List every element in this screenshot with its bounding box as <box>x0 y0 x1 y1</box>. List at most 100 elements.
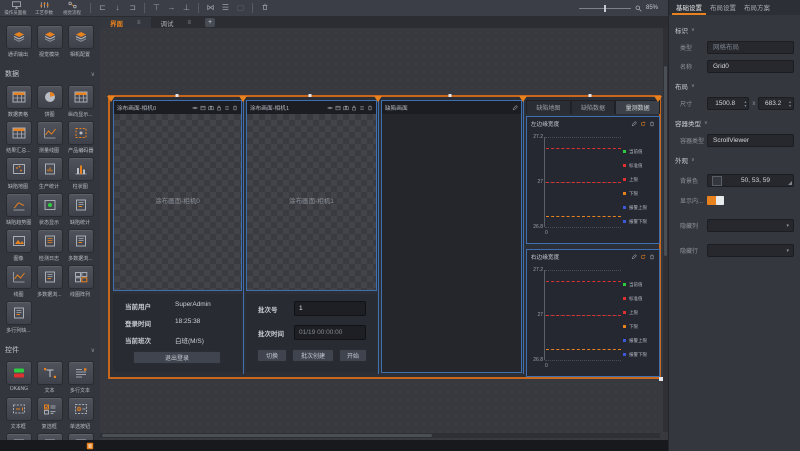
section-layout[interactable]: 布局∨ <box>675 81 794 91</box>
palette-item[interactable]: 检测日志 <box>34 229 65 262</box>
sidebar-top-button[interactable]: 通讯输出 <box>3 25 34 58</box>
palette-item[interactable]: 产品编码器 <box>65 121 96 154</box>
logout-button[interactable]: 退出登录 <box>133 351 221 364</box>
quick-button[interactable]: 视觉流程 <box>58 0 86 16</box>
palette-item[interactable]: 多行列缺... <box>3 301 34 334</box>
grid-column-handle[interactable] <box>374 96 382 102</box>
quick-button[interactable]: 操作员面板 <box>2 0 30 16</box>
align-top-icon[interactable]: ⊤ <box>149 3 164 13</box>
section-identity[interactable]: 标识∨ <box>675 25 794 35</box>
refresh-icon[interactable] <box>640 121 646 127</box>
pencil-icon[interactable] <box>631 254 637 260</box>
palette-item[interactable] <box>3 433 34 440</box>
horizontal-scrollbar[interactable] <box>100 433 660 438</box>
palette-item[interactable]: 纵向显示... <box>65 85 96 118</box>
rows-icon[interactable]: ☰ <box>218 3 233 13</box>
batch-no-input[interactable]: 1 <box>294 301 366 316</box>
tab-defect-data[interactable]: 缺陷数据 <box>571 100 616 114</box>
palette-item[interactable]: 柱状图 <box>65 157 96 190</box>
tab-defect-map[interactable]: 缺陷地图 <box>526 100 571 114</box>
batch-block[interactable]: 批次号 1 批次时间 01/19 00:00:00 切换 批次创建 开始 <box>246 294 377 372</box>
palette-item[interactable]: 复选框 <box>34 397 65 430</box>
batch-create-button[interactable]: 批次创建 <box>292 349 334 362</box>
trash-icon[interactable] <box>232 105 238 111</box>
palette-item[interactable] <box>65 433 96 440</box>
corner-resize-handle[interactable] <box>659 377 663 381</box>
align-bottom-icon[interactable]: ↓ <box>110 3 125 13</box>
palette-item[interactable]: 测量线图 <box>34 121 65 154</box>
section-appearance[interactable]: 外观∨ <box>675 155 794 165</box>
design-canvas[interactable]: 涂布画面-相机0 涂布画面-相机0 涂布画面-相机1 涂布画面-相机1 <box>100 28 668 440</box>
width-stepper[interactable]: 1500.8 ▲▼ <box>707 97 749 110</box>
pencil-icon[interactable] <box>512 105 518 111</box>
hide-rows-select[interactable]: ▾ <box>707 244 794 257</box>
switch-button[interactable]: 切换 <box>257 349 287 362</box>
grid-column-handle[interactable] <box>107 96 115 102</box>
grid-column-handle[interactable] <box>239 96 247 102</box>
palette-item[interactable]: 生产统计 <box>34 157 65 190</box>
section-container-type[interactable]: 容器类型∨ <box>675 118 794 128</box>
align-baseline-icon[interactable]: ⊥ <box>179 3 194 13</box>
eye-icon[interactable] <box>327 105 333 111</box>
palette-item[interactable]: 线图阵列 <box>65 265 96 298</box>
tab-basic-settings[interactable]: 基础设置 <box>672 0 706 15</box>
resize-handle[interactable] <box>449 94 452 97</box>
trash-icon[interactable] <box>367 105 373 111</box>
zoom-slider-thumb[interactable] <box>604 5 606 12</box>
container-type-field[interactable]: ScrollViewer <box>707 134 794 147</box>
defect-view-panel[interactable]: 缺陷画面 <box>381 100 522 373</box>
align-left-icon[interactable]: ⊏ <box>95 3 110 13</box>
tab-menu-icon[interactable]: ≡ <box>188 20 192 26</box>
horizontal-scrollbar-thumb[interactable] <box>102 434 432 437</box>
stepper-arrows[interactable]: ▲▼ <box>787 98 793 109</box>
sidebar-top-button[interactable]: 视觉模块 <box>34 25 65 58</box>
palette-item[interactable]: 缺陷趋势图 <box>3 193 34 226</box>
quick-button[interactable]: 工艺参数 <box>30 0 58 16</box>
palette-item[interactable]: 缺陷地图 <box>3 157 34 190</box>
swap-icon[interactable]: ⋈ <box>203 3 218 13</box>
palette-item[interactable]: OK&NG <box>3 361 34 394</box>
tab-layout-settings[interactable]: 布局设置 <box>706 0 740 15</box>
zoom-slider[interactable] <box>579 8 631 9</box>
palette-item[interactable]: 数据表格 <box>3 85 34 118</box>
grid-column-handle[interactable] <box>654 96 662 102</box>
palette-item[interactable]: 多行文本 <box>65 361 96 394</box>
selected-grid-container[interactable]: 涂布画面-相机0 涂布画面-相机0 涂布画面-相机1 涂布画面-相机1 <box>108 95 661 379</box>
login-info-block[interactable]: 当前用户 SuperAdmin 登录时间 18:25:38 当前班次 白班(M/… <box>113 294 242 372</box>
coating-view-camera1-panel[interactable]: 涂布画面-相机1 涂布画面-相机1 <box>246 100 377 291</box>
tab-layout-scheme[interactable]: 布局方案 <box>740 0 774 15</box>
lock-icon[interactable] <box>351 105 357 111</box>
window-icon[interactable] <box>335 105 341 111</box>
pencil-icon[interactable] <box>631 121 637 127</box>
batch-time-input[interactable]: 01/19 00:00:00 <box>294 325 366 340</box>
palette-item[interactable]: 文本框 <box>3 397 34 430</box>
camera-icon[interactable] <box>208 105 214 111</box>
grid-column-handle[interactable] <box>519 96 527 102</box>
chart-panel-1[interactable]: 右边缘宽度27.22726.80当前值标准值上限下限报警上限报警下限 <box>526 249 660 377</box>
frame-icon[interactable]: ▢ <box>233 3 248 13</box>
background-color-field[interactable]: 50, 53, 59 <box>707 174 794 187</box>
delete-icon[interactable] <box>257 3 272 14</box>
display-content-toggle[interactable] <box>707 196 724 205</box>
sidebar-top-button[interactable]: 相机配置 <box>65 25 96 58</box>
eye-icon[interactable] <box>192 105 198 111</box>
window-icon[interactable] <box>200 105 206 111</box>
palette-item[interactable]: 状态显示 <box>34 193 65 226</box>
add-tab-button[interactable]: + <box>205 18 215 27</box>
palette-item[interactable]: 线图 <box>3 265 34 298</box>
palette-item[interactable]: 单选按钮 <box>65 397 96 430</box>
vertical-scrollbar-thumb[interactable] <box>664 66 667 256</box>
resize-handle[interactable] <box>589 94 592 97</box>
align-right-icon[interactable]: ⊐ <box>125 3 140 13</box>
hide-columns-select[interactable]: ▾ <box>707 219 794 232</box>
tab-interface[interactable]: 界面 ≡ <box>100 17 151 28</box>
palette-item[interactable]: 结果汇总... <box>3 121 34 154</box>
resize-handle[interactable] <box>309 94 312 97</box>
lock-icon[interactable] <box>216 105 222 111</box>
palette-item[interactable]: 多数据浏... <box>34 265 65 298</box>
tab-menu-icon[interactable]: ≡ <box>137 20 141 26</box>
palette-item[interactable]: 饼图 <box>34 85 65 118</box>
section-header[interactable]: 控件∨ <box>5 345 95 355</box>
camera-icon[interactable] <box>343 105 349 111</box>
name-field[interactable]: Grid0 <box>707 60 794 73</box>
